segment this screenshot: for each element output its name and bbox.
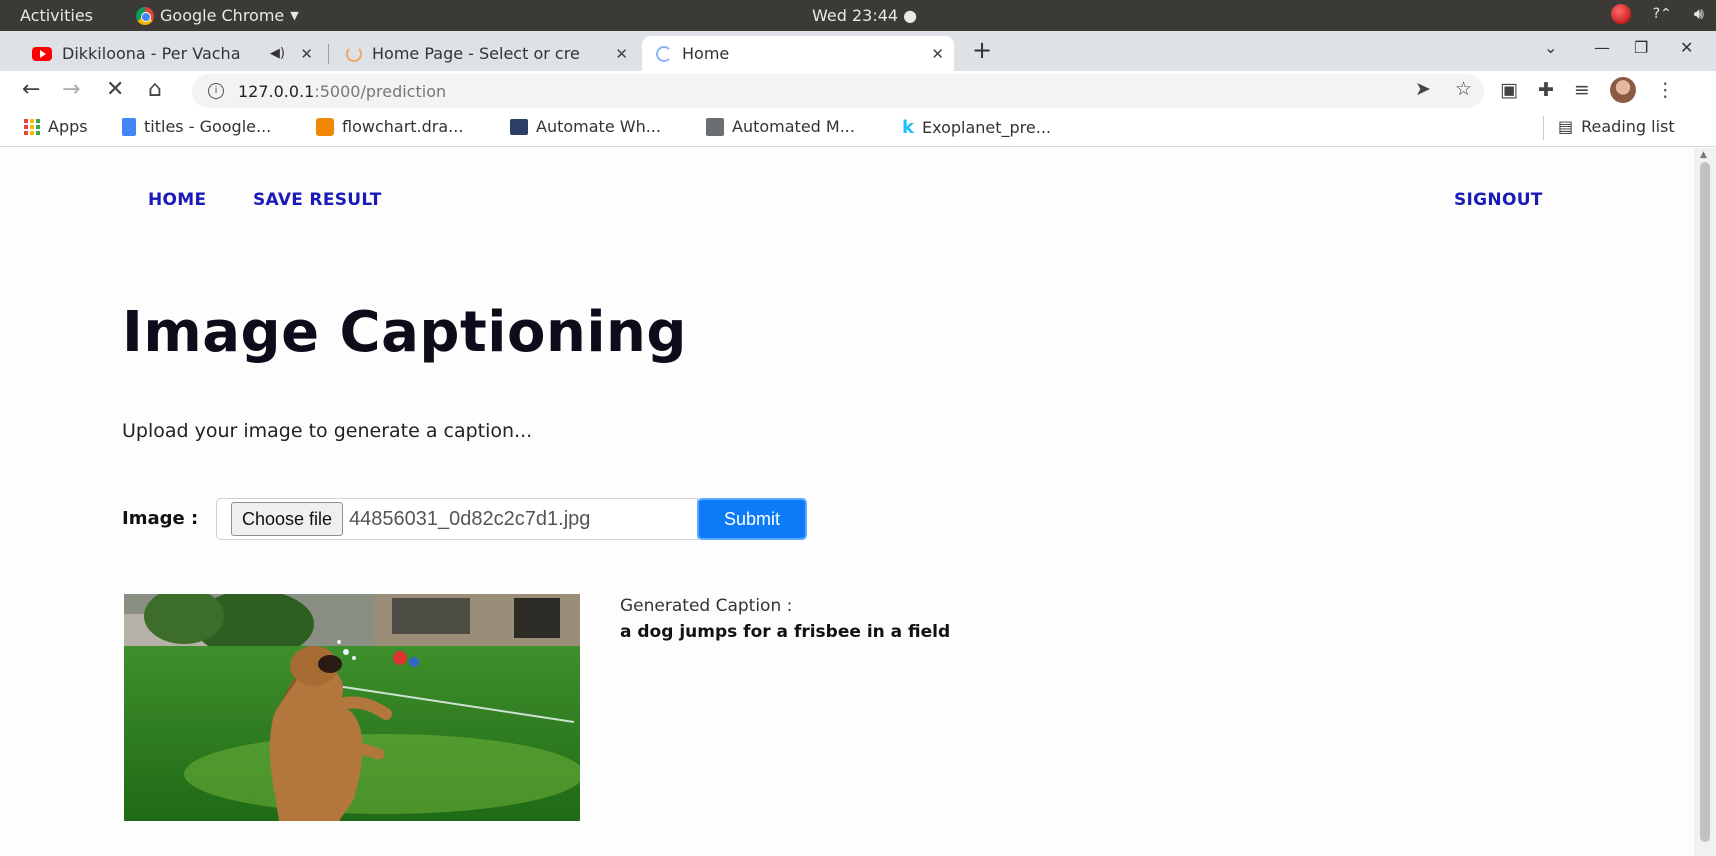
bookmark-automated-m[interactable]: Automated M... — [706, 117, 855, 136]
page-lead-text: Upload your image to generate a caption.… — [122, 420, 533, 442]
bookmark-star-icon[interactable]: ☆ — [1455, 78, 1472, 100]
submit-button[interactable]: Submit — [697, 498, 807, 540]
bookmark-apps[interactable]: Apps — [24, 117, 88, 136]
tab-search-chevron-icon[interactable]: ⌄ — [1544, 38, 1557, 57]
tab-home-page-select[interactable]: Home Page - Select or cre ✕ — [332, 36, 638, 71]
restore-icon[interactable]: ❐ — [1634, 38, 1648, 57]
media-queue-icon[interactable]: ≡ — [1574, 79, 1590, 101]
omnibox-actions: ➤ ☆ — [1415, 78, 1484, 100]
url-path: :5000/prediction — [314, 81, 447, 101]
scrollbar-thumb[interactable] — [1700, 162, 1710, 842]
forward-arrow-icon[interactable]: → — [62, 77, 80, 102]
clock[interactable]: Wed 23:44 ● — [812, 6, 917, 25]
bookmark-label: flowchart.dra... — [342, 117, 464, 136]
audio-playing-icon[interactable]: ◀︎) — [270, 46, 285, 61]
nav-home-link[interactable]: HOME — [148, 190, 206, 210]
image-field-label: Image : — [122, 508, 199, 529]
reading-list-icon: ▤ — [1558, 117, 1574, 136]
system-top-bar: Activities Google Chrome ▼ Wed 23:44 ● ?… — [0, 0, 1716, 31]
bookmark-icon — [706, 117, 724, 136]
close-tab-icon[interactable]: ✕ — [615, 45, 628, 63]
bookmarks-separator — [1543, 116, 1544, 140]
bookmark-automate-wh[interactable]: Automate Wh... — [510, 117, 661, 136]
reading-list-button[interactable]: ▤ Reading list — [1558, 117, 1675, 136]
drawio-icon — [316, 117, 334, 136]
bookmark-label: titles - Google... — [144, 117, 272, 136]
network-question-icon: ?⌃ — [1652, 6, 1672, 22]
dog-photo-illustration — [124, 594, 580, 821]
volume-icon: 🔊︎ — [1693, 4, 1704, 23]
file-input[interactable]: Choose file 44856031_0d82c2c7d1.jpg — [216, 498, 698, 540]
system-tray[interactable]: ?⌃ 🔊︎ — [1610, 4, 1704, 24]
scroll-up-arrow-icon[interactable]: ▲ — [1700, 150, 1707, 160]
address-bar[interactable]: i 127.0.0.1 :5000/prediction ➤ ☆ — [192, 74, 1484, 108]
loading-spinner-icon — [656, 45, 672, 62]
reading-list-label: Reading list — [1581, 117, 1675, 136]
send-icon[interactable]: ➤ — [1415, 78, 1431, 100]
record-indicator-icon — [1610, 4, 1631, 24]
tab-title: Home — [682, 44, 730, 63]
apps-grid-icon — [24, 118, 40, 135]
bookmark-titles[interactable]: titles - Google... — [122, 117, 271, 136]
close-tab-icon[interactable]: ✕ — [931, 45, 944, 63]
app-menu-label: Google Chrome — [160, 6, 285, 25]
stop-loading-icon[interactable]: ✕ — [106, 77, 124, 102]
tab-home[interactable]: Home ✕ — [642, 36, 954, 71]
profile-avatar[interactable] — [1609, 77, 1636, 103]
docs-icon — [122, 117, 136, 136]
bookmark-label: Automate Wh... — [536, 117, 661, 136]
close-window-icon[interactable]: ✕ — [1680, 38, 1693, 57]
chrome-icon — [136, 6, 154, 25]
choose-file-button[interactable]: Choose file — [231, 502, 344, 536]
nav-save-result-link[interactable]: SAVE RESULT — [253, 190, 382, 210]
tab-strip: Dikkiloona - Per Vacha ◀︎) ✕ Home Page -… — [0, 31, 1716, 71]
back-arrow-icon[interactable]: ← — [22, 77, 40, 102]
puzzle-icon[interactable]: ✚ — [1538, 79, 1554, 101]
bookmark-icon — [510, 118, 528, 135]
selected-filename: 44856031_0d82c2c7d1.jpg — [349, 507, 591, 530]
extension-toolbar: ▣ ✚ ≡ ⋮ — [1500, 77, 1675, 103]
app-menu[interactable]: Google Chrome ▼ — [136, 6, 299, 25]
extension-icon[interactable]: ▣ — [1500, 79, 1518, 101]
page-title: Image Captioning — [122, 300, 687, 365]
youtube-icon — [32, 46, 52, 61]
tab-youtube[interactable]: Dikkiloona - Per Vacha ◀︎) ✕ — [18, 36, 323, 71]
tab-title: Dikkiloona - Per Vacha — [62, 44, 241, 63]
bookmark-label: Automated M... — [732, 117, 855, 136]
uploaded-image — [124, 594, 580, 821]
url-host: 127.0.0.1 — [238, 81, 315, 101]
activities-button[interactable]: Activities — [20, 6, 93, 25]
close-tab-icon[interactable]: ✕ — [300, 45, 313, 63]
bookmark-label: Apps — [48, 117, 88, 136]
page-scrollbar[interactable]: ▲ — [1694, 148, 1716, 856]
generated-caption-text: a dog jumps for a frisbee in a field — [620, 622, 951, 642]
bookmark-label: Exoplanet_pre... — [921, 118, 1052, 137]
tab-title: Home Page - Select or cre — [372, 44, 580, 63]
web-page: HOME SAVE RESULT SIGNOUT Image Captionin… — [0, 148, 1694, 856]
navigation-toolbar: ← → ✕ ⌂ i 127.0.0.1 :5000/prediction ➤ ☆… — [0, 71, 1716, 111]
nav-signout-link[interactable]: SIGNOUT — [1454, 190, 1543, 210]
loading-icon — [346, 45, 362, 62]
minimize-icon[interactable]: — — [1594, 38, 1610, 57]
site-info-icon[interactable]: i — [208, 83, 224, 99]
home-icon[interactable]: ⌂ — [148, 77, 162, 102]
kaggle-icon: k — [902, 117, 914, 138]
bookmark-flowchart[interactable]: flowchart.dra... — [316, 117, 463, 136]
generated-caption-label: Generated Caption : — [620, 596, 793, 616]
caret-down-icon: ▼ — [290, 9, 299, 22]
menu-kebab-icon[interactable]: ⋮ — [1656, 79, 1675, 101]
bookmark-exoplanet[interactable]: k Exoplanet_pre... — [902, 117, 1051, 138]
bookmarks-bar: Apps titles - Google... flowchart.dra...… — [0, 111, 1716, 147]
tab-separator — [328, 44, 329, 64]
new-tab-button[interactable]: + — [972, 36, 992, 64]
